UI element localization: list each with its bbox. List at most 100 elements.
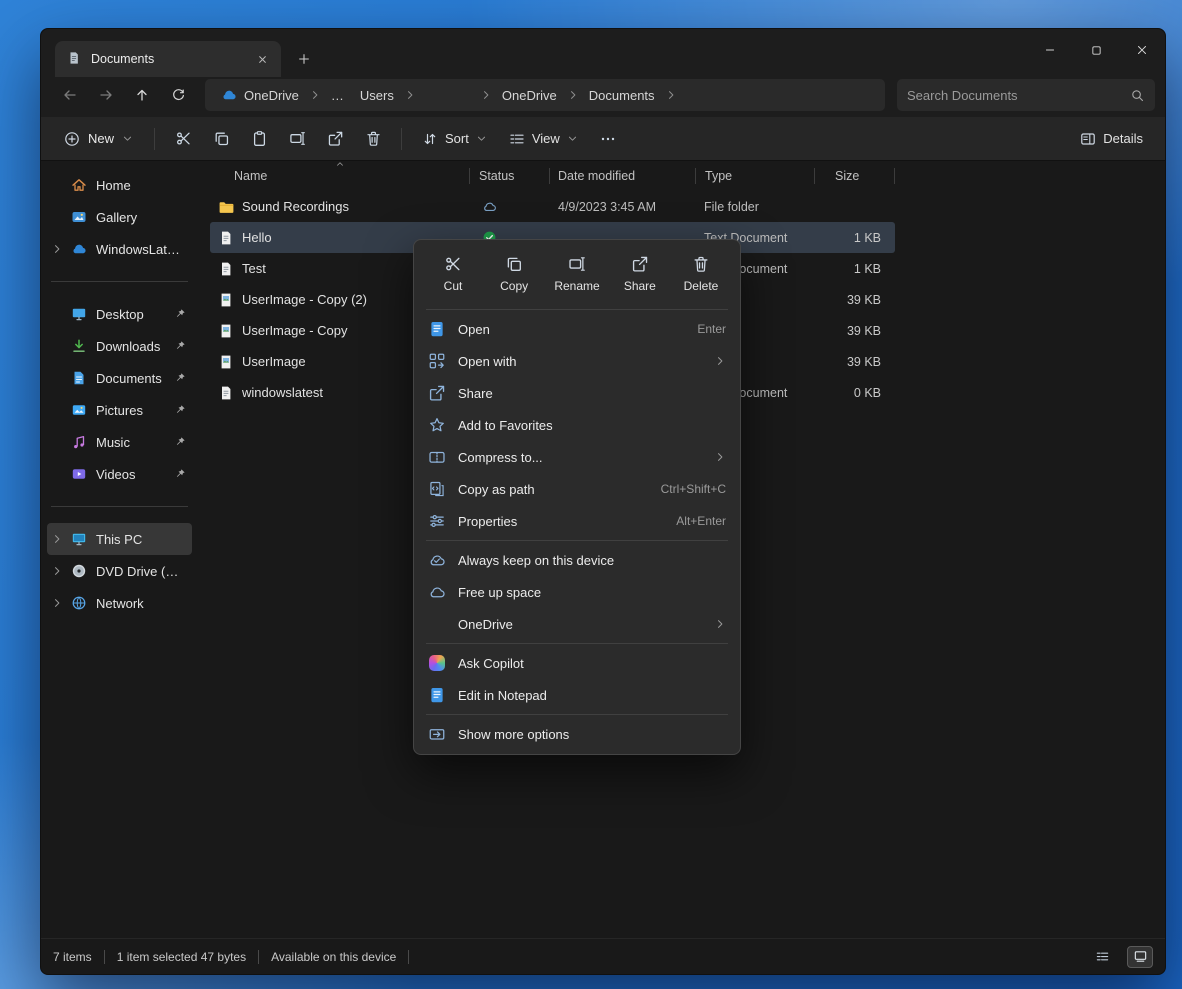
menu-item-copy-as-path[interactable]: Copy as path Ctrl+Shift+C xyxy=(418,473,736,505)
sidebar-item-dvd-drive[interactable]: DVD Drive (D:) CCC xyxy=(47,555,192,587)
menu-item-open-with[interactable]: Open with xyxy=(418,345,736,377)
column-header-status[interactable]: Status xyxy=(470,161,550,191)
menu-item-always-keep-on-device[interactable]: Always keep on this device xyxy=(418,544,736,576)
quick-action-label: Share xyxy=(624,279,656,293)
menu-item-show-more-options[interactable]: Show more options xyxy=(418,718,736,750)
maximize-button[interactable] xyxy=(1073,29,1119,71)
sort-icon xyxy=(422,131,438,147)
new-button[interactable]: New xyxy=(53,124,144,154)
breadcrumb-item-documents[interactable]: Documents xyxy=(583,85,661,106)
file-row-sound-recordings[interactable]: Sound Recordings 4/9/2023 3:45 AM File f… xyxy=(210,191,895,222)
sidebar-item-onedrive[interactable]: WindowsLatest - Pe... xyxy=(47,233,192,265)
sidebar-item-videos[interactable]: Videos xyxy=(47,458,192,490)
sidebar-item-label: Downloads xyxy=(96,339,165,354)
chevron-right-icon xyxy=(404,89,416,101)
menu-item-onedrive[interactable]: OneDrive xyxy=(418,608,736,640)
menu-item-share[interactable]: Share xyxy=(418,377,736,409)
menu-item-ask-copilot[interactable]: Ask Copilot xyxy=(418,647,736,679)
chevron-right-icon xyxy=(480,89,492,101)
column-header-label: Date modified xyxy=(558,169,635,183)
quick-action-label: Copy xyxy=(500,279,528,293)
sidebar-item-gallery[interactable]: Gallery xyxy=(47,201,192,233)
chevron-right-icon[interactable] xyxy=(51,597,63,609)
status-divider xyxy=(258,950,259,964)
context-copy-button[interactable]: Copy xyxy=(491,251,537,297)
details-view-button[interactable] xyxy=(1089,946,1115,968)
forward-button[interactable] xyxy=(89,80,123,110)
search-icon[interactable] xyxy=(1130,88,1145,103)
window-controls xyxy=(1027,29,1165,71)
file-type: File folder xyxy=(696,200,815,214)
sidebar-item-desktop[interactable]: Desktop xyxy=(47,298,192,330)
rename-icon xyxy=(568,255,586,273)
column-header-size[interactable]: Size xyxy=(815,161,895,191)
column-header-type[interactable]: Type xyxy=(696,161,815,191)
context-share-button[interactable]: Share xyxy=(617,251,663,297)
tab-documents[interactable]: Documents xyxy=(55,41,281,77)
quick-action-label: Rename xyxy=(554,279,599,293)
more-options-button[interactable] xyxy=(590,123,626,155)
breadcrumb-item-onedrive-2[interactable]: OneDrive xyxy=(496,85,563,106)
sidebar-item-label: Documents xyxy=(96,371,165,386)
documents-icon xyxy=(71,370,87,386)
delete-icon xyxy=(692,255,710,273)
copy-as-path-icon xyxy=(428,480,446,498)
file-size: 1 KB xyxy=(815,231,895,245)
file-size: 0 KB xyxy=(815,386,895,400)
large-icons-view-button[interactable] xyxy=(1127,946,1153,968)
pictures-icon xyxy=(71,402,87,418)
sidebar-item-pictures[interactable]: Pictures xyxy=(47,394,192,426)
minimize-button[interactable] xyxy=(1027,29,1073,71)
menu-separator xyxy=(426,540,728,541)
menu-item-compress-to[interactable]: Compress to... xyxy=(418,441,736,473)
cut-icon xyxy=(444,255,462,273)
share-button[interactable] xyxy=(317,123,353,155)
tab-close-icon[interactable] xyxy=(251,48,273,70)
details-pane-icon xyxy=(1080,131,1096,147)
rename-button[interactable] xyxy=(279,123,315,155)
sidebar-item-downloads[interactable]: Downloads xyxy=(47,330,192,362)
column-header-date-modified[interactable]: Date modified xyxy=(550,161,696,191)
search-box[interactable] xyxy=(897,79,1155,111)
chevron-right-icon[interactable] xyxy=(51,243,63,255)
sidebar-item-network[interactable]: Network xyxy=(47,587,192,619)
menu-item-properties[interactable]: Properties Alt+Enter xyxy=(418,505,736,537)
sidebar-item-this-pc[interactable]: This PC xyxy=(47,523,192,555)
toolbar-divider xyxy=(154,128,155,150)
sidebar-item-label: DVD Drive (D:) CCC xyxy=(96,564,186,579)
menu-item-free-up-space[interactable]: Free up space xyxy=(418,576,736,608)
chevron-right-icon[interactable] xyxy=(51,533,63,545)
toolbar-divider xyxy=(401,128,402,150)
sidebar-item-home[interactable]: Home xyxy=(47,169,192,201)
close-button[interactable] xyxy=(1119,29,1165,71)
selection-info: 1 item selected 47 bytes xyxy=(117,950,246,964)
details-pane-label: Details xyxy=(1103,131,1143,146)
show-more-icon xyxy=(428,725,446,743)
back-button[interactable] xyxy=(53,80,87,110)
search-input[interactable] xyxy=(907,88,1122,103)
paste-button[interactable] xyxy=(241,123,277,155)
sidebar-item-documents[interactable]: Documents xyxy=(47,362,192,394)
delete-button[interactable] xyxy=(355,123,391,155)
copy-button[interactable] xyxy=(203,123,239,155)
breadcrumb-overflow-button[interactable]: … xyxy=(325,85,350,106)
context-delete-button[interactable]: Delete xyxy=(678,251,724,297)
new-tab-button[interactable] xyxy=(287,42,321,76)
context-cut-button[interactable]: Cut xyxy=(430,251,476,297)
column-header-name[interactable]: Name xyxy=(210,161,470,191)
view-button[interactable]: View xyxy=(499,124,588,154)
details-pane-button[interactable]: Details xyxy=(1070,124,1153,154)
sort-button[interactable]: Sort xyxy=(412,124,497,154)
menu-item-open[interactable]: Open Enter xyxy=(418,313,736,345)
sidebar-item-music[interactable]: Music xyxy=(47,426,192,458)
menu-item-edit-in-notepad[interactable]: Edit in Notepad xyxy=(418,679,736,711)
refresh-button[interactable] xyxy=(161,80,195,110)
breadcrumb-item-users[interactable]: Users xyxy=(354,85,400,106)
up-button[interactable] xyxy=(125,80,159,110)
chevron-right-icon[interactable] xyxy=(51,565,63,577)
menu-item-add-to-favorites[interactable]: Add to Favorites xyxy=(418,409,736,441)
cut-button[interactable] xyxy=(165,123,201,155)
context-rename-button[interactable]: Rename xyxy=(552,251,601,297)
view-button-label: View xyxy=(532,131,560,146)
breadcrumb-item-onedrive[interactable]: OneDrive xyxy=(215,84,305,106)
